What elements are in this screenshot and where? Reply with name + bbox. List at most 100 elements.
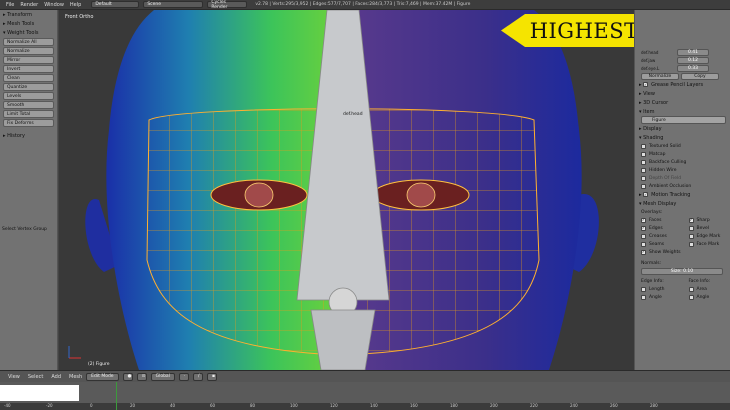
- mode-dropdown[interactable]: Edit Mode: [86, 372, 119, 381]
- vertex-weight-row: def.eye.L 0.33: [635, 64, 730, 72]
- panel-view[interactable]: ▸ View: [635, 89, 730, 98]
- menu-help[interactable]: Help: [70, 2, 81, 8]
- frame-tick: 0: [90, 403, 93, 408]
- frame-tick: 140: [370, 403, 378, 408]
- menu-file[interactable]: File: [6, 2, 14, 8]
- checkbox-label: Face Mark: [696, 241, 720, 247]
- current-frame-marker[interactable]: [116, 382, 117, 410]
- normals-size-field[interactable]: Size: 0.10: [641, 267, 723, 275]
- weight-value-field[interactable]: 0.33: [677, 64, 709, 72]
- menu-add[interactable]: Add: [51, 374, 61, 380]
- show-weights-checkbox[interactable]: ✓ Show Weights: [635, 248, 730, 256]
- checkbox-label: Angle: [696, 294, 710, 300]
- edge-angle-checkbox[interactable]: Angle: [635, 293, 683, 301]
- panel-weight-tools[interactable]: ▾ Weight Tools: [0, 28, 57, 37]
- transform-orientation-dropdown[interactable]: Global: [150, 372, 175, 381]
- panel-history[interactable]: ▸ History: [0, 131, 57, 140]
- panel-grease-pencil[interactable]: ▸ ✓ Grease Pencil Layers: [635, 80, 730, 89]
- normalize-all-button[interactable]: Normalize All: [3, 38, 54, 46]
- faces-checkbox[interactable]: ✓ Faces: [635, 216, 683, 224]
- grease-pencil-label: Grease Pencil Layers: [651, 81, 704, 88]
- scene-stats: v2.78 | Verts:295/3,952 | Edges:577/7,70…: [255, 2, 471, 7]
- menu-view[interactable]: View: [8, 374, 20, 380]
- checkbox-label: Edges: [649, 225, 663, 231]
- face-info-label: Face Info:: [688, 278, 711, 284]
- frame-ruler[interactable]: -40 -20 0 20 40 60 80 100 120 140 160 18…: [0, 403, 730, 410]
- limit-total-button[interactable]: Limit Total: [3, 110, 54, 118]
- menu-select[interactable]: Select: [28, 374, 43, 380]
- cursor-panel-label: 3D Cursor: [643, 99, 669, 106]
- backface-culling-checkbox[interactable]: Backface Culling: [635, 158, 730, 166]
- menu-mesh[interactable]: Mesh: [69, 374, 82, 380]
- shading-panel-label: Shading: [643, 134, 664, 141]
- panel-mesh-tools-label: Mesh Tools: [7, 20, 35, 27]
- panel-mesh-tools[interactable]: ▸ Mesh Tools: [0, 19, 57, 28]
- textured-solid-checkbox[interactable]: Textured Solid: [635, 142, 730, 150]
- layout-dropdown[interactable]: Default: [91, 1, 140, 8]
- weights-normalize-button[interactable]: Normalize: [641, 72, 679, 80]
- weight-group-name: def.eye.L: [641, 65, 660, 71]
- weights-copy-button[interactable]: Copy: [681, 72, 719, 80]
- edge-select-icon[interactable]: /: [192, 372, 203, 381]
- scene-dropdown[interactable]: Scene: [143, 1, 204, 8]
- vertex-weight-row: def.jaw 0.12: [635, 56, 730, 64]
- normalize-button[interactable]: Normalize: [3, 47, 54, 55]
- panel-display[interactable]: ▸ Display: [635, 124, 730, 133]
- checkbox-label: Show Weights: [649, 249, 681, 255]
- face-mark-checkbox[interactable]: Face Mark: [683, 240, 730, 248]
- frame-tick: 60: [210, 403, 216, 408]
- mirror-button[interactable]: Mirror: [3, 56, 54, 64]
- menu-window[interactable]: Window: [44, 2, 64, 8]
- panel-transform[interactable]: ▸ Transform: [0, 10, 57, 19]
- 3d-viewport[interactable]: Front Ortho def.head (2) Figure: [59, 10, 634, 370]
- bevel-checkbox[interactable]: Bevel: [683, 224, 730, 232]
- seams-checkbox[interactable]: Seams: [635, 240, 683, 248]
- quantize-button[interactable]: Quantize: [3, 83, 54, 91]
- timeline[interactable]: -40 -20 0 20 40 60 80 100 120 140 160 18…: [0, 382, 730, 410]
- clean-button[interactable]: Clean: [3, 74, 54, 82]
- pivot-icon[interactable]: ⊙: [136, 372, 147, 381]
- timeline-blank-area: [0, 385, 79, 401]
- face-area-checkbox[interactable]: Area: [683, 285, 730, 293]
- fix-deforms-button[interactable]: Fix Deforms: [3, 119, 54, 127]
- frame-tick: 220: [530, 403, 538, 408]
- menu-render[interactable]: Render: [20, 2, 38, 8]
- top-info-bar: File Render Window Help Default Scene Cy…: [0, 0, 730, 10]
- matcap-checkbox[interactable]: Matcap: [635, 150, 730, 158]
- weight-value-field[interactable]: 0.12: [677, 56, 709, 64]
- panel-motion-tracking[interactable]: ▸ ✓ Motion Tracking: [635, 190, 730, 199]
- levels-button[interactable]: Levels: [3, 92, 54, 100]
- frame-tick: 200: [490, 403, 498, 408]
- tool-shelf: ▸ Transform ▸ Mesh Tools ▾ Weight Tools …: [0, 10, 58, 370]
- checkbox-label: Seams: [649, 241, 665, 247]
- frame-tick: 280: [650, 403, 658, 408]
- render-engine-dropdown[interactable]: Cycles Render: [207, 0, 248, 10]
- creases-checkbox[interactable]: Creases: [635, 232, 683, 240]
- viewport-shading-icon[interactable]: ●: [122, 372, 133, 381]
- depth-of-field-checkbox[interactable]: Depth Of Field: [635, 174, 730, 182]
- sharp-checkbox[interactable]: ✓ Sharp: [683, 216, 730, 224]
- edge-length-checkbox[interactable]: Length: [635, 285, 683, 293]
- checkbox-label: Area: [696, 286, 707, 292]
- checkbox-label: Textured Solid: [649, 143, 681, 149]
- panel-shading[interactable]: ▾ Shading: [635, 133, 730, 142]
- motion-tracking-label: Motion Tracking: [651, 191, 691, 198]
- ambient-occlusion-checkbox[interactable]: Ambient Occlusion: [635, 182, 730, 190]
- smooth-button[interactable]: Smooth: [3, 101, 54, 109]
- vertex-select-icon[interactable]: ·: [178, 372, 189, 381]
- checkbox-label: Edge Mark: [696, 233, 721, 239]
- view-label: Front Ortho: [65, 14, 94, 20]
- panel-3d-cursor[interactable]: ▸ 3D Cursor: [635, 98, 730, 107]
- edge-mark-checkbox[interactable]: Edge Mark: [683, 232, 730, 240]
- edges-checkbox[interactable]: ✓ Edges: [635, 224, 683, 232]
- invert-button[interactable]: Invert: [3, 65, 54, 73]
- weight-value-field[interactable]: 0.41: [677, 48, 709, 56]
- panel-item[interactable]: ▾ Item: [635, 107, 730, 116]
- face-select-icon[interactable]: ▪: [206, 372, 217, 381]
- panel-history-label: History: [7, 132, 25, 139]
- object-name-field[interactable]: Figure: [641, 116, 726, 124]
- hidden-wire-checkbox[interactable]: Hidden Wire: [635, 166, 730, 174]
- panel-mesh-display[interactable]: ▾ Mesh Display: [635, 199, 730, 208]
- face-angle-checkbox[interactable]: Angle: [683, 293, 730, 301]
- checkbox-label: Creases: [649, 233, 667, 239]
